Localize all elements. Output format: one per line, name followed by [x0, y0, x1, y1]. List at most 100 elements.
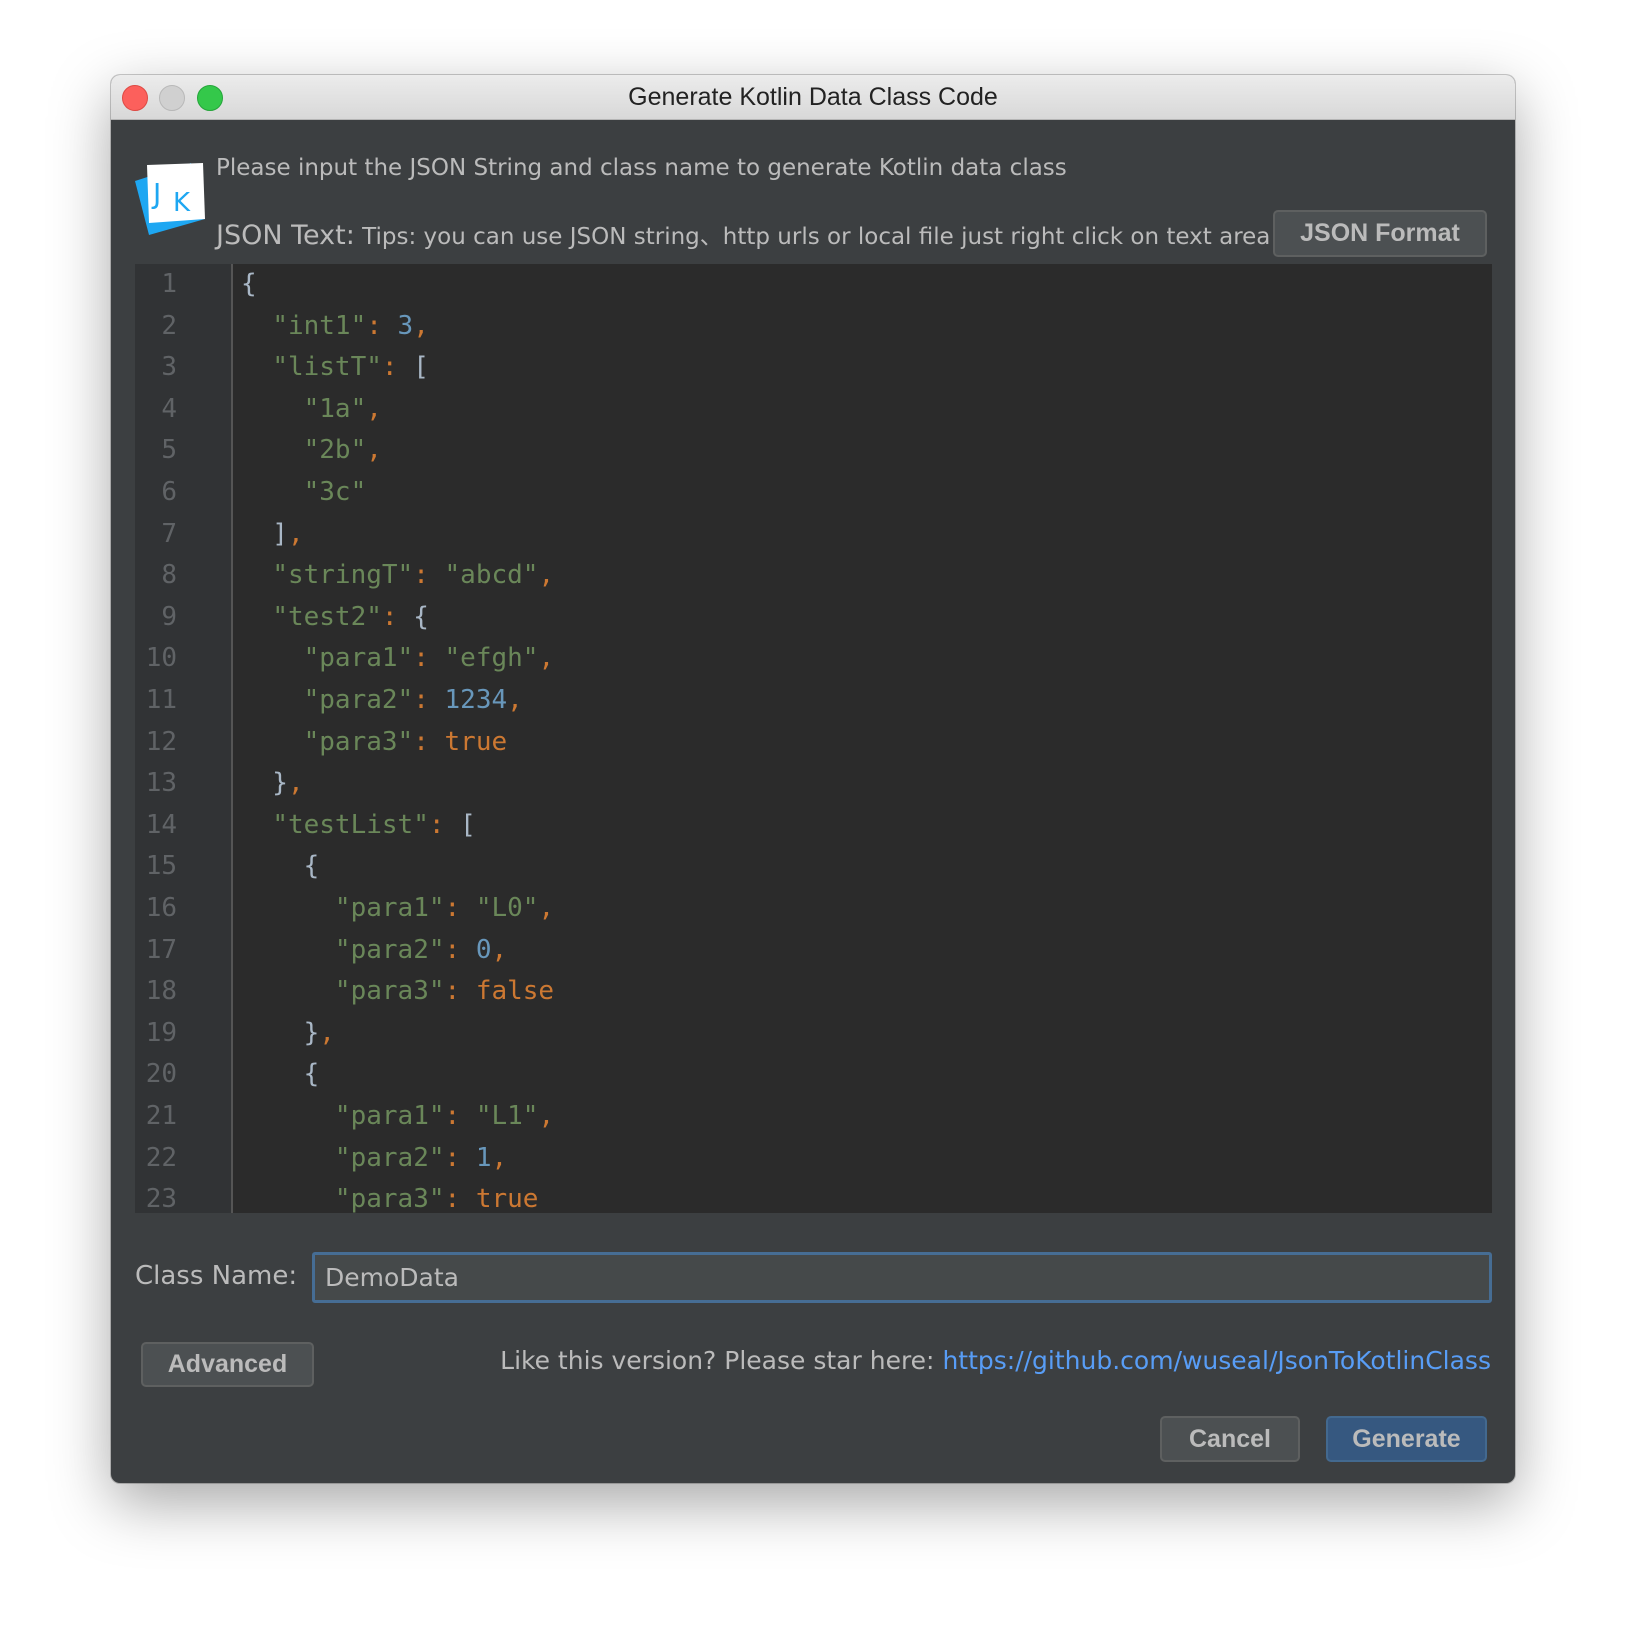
- code-token: 3: [397, 310, 414, 341]
- code-token: ,: [538, 1101, 555, 1131]
- json-text-editor[interactable]: 1{2 "int1": 3, 3 "listT": [4 "1a", 5 "2b",…: [135, 264, 1492, 1213]
- code-text: ],: [241, 514, 303, 556]
- code-token: ,: [287, 768, 304, 799]
- line-number: 11: [145, 685, 177, 715]
- code-token: ,: [366, 435, 382, 466]
- code-token: :: [381, 352, 414, 383]
- code-token: "para1": [334, 893, 445, 923]
- code-token: :: [366, 310, 398, 341]
- line-number: 10: [145, 643, 177, 674]
- code-token: :: [444, 893, 476, 923]
- code-token: "para2": [303, 685, 414, 715]
- code-token: 1: [475, 1142, 492, 1173]
- code-token: "L1": [475, 1101, 539, 1131]
- code-text: "para3": true: [241, 1179, 539, 1213]
- line-number: 19: [145, 1017, 177, 1048]
- code-text: {: [241, 846, 320, 888]
- code-token: "test2": [272, 601, 382, 632]
- github-link[interactable]: https://github.com/wuseal/JsonToKotlinCl…: [942, 1346, 1491, 1375]
- code-token: "1a": [303, 393, 367, 424]
- code-text: },: [241, 763, 304, 805]
- code-token: :: [413, 685, 445, 715]
- generate-button[interactable]: Generate: [1326, 1416, 1487, 1462]
- code-token: ,: [319, 1017, 335, 1048]
- code-token: "para2": [334, 934, 445, 965]
- code-text: "1a",: [241, 389, 382, 431]
- line-number: 14: [145, 809, 177, 840]
- star-line: Like this version? Please star here: htt…: [500, 1346, 1491, 1375]
- code-token: 1234: [444, 685, 508, 715]
- description-text: Please input the JSON String and class n…: [216, 155, 1067, 181]
- code-token: [: [413, 352, 429, 383]
- line-number: 15: [145, 851, 177, 882]
- class-name-label: Class Name:: [135, 1261, 298, 1291]
- code-token: ,: [491, 1142, 508, 1173]
- code-token: "para2": [334, 1142, 445, 1173]
- title-bar: Generate Kotlin Data Class Code: [111, 75, 1515, 120]
- code-token: :: [413, 560, 445, 591]
- code-token: :: [428, 809, 461, 840]
- code-text: "para2": 0,: [241, 930, 507, 972]
- code-token: true: [475, 1184, 539, 1213]
- code-token: :: [444, 934, 476, 965]
- code-token: "int1": [272, 310, 367, 341]
- code-token: ]: [241, 518, 288, 549]
- code-text: "listT": [: [241, 347, 429, 389]
- json-text-label: JSON Text:: [216, 220, 355, 251]
- code-token: :: [413, 643, 445, 674]
- code-token: 0: [475, 934, 492, 965]
- code-token: ,: [538, 893, 555, 923]
- code-token: {: [413, 601, 429, 632]
- code-text: "para2": 1,: [241, 1138, 507, 1180]
- line-number: 16: [145, 893, 177, 923]
- line-number: 1: [161, 269, 177, 299]
- code-text: "test2": {: [241, 597, 429, 639]
- code-token: "para1": [334, 1101, 445, 1131]
- json-text-heading: JSON Text: Tips: you can use JSON string…: [216, 217, 1270, 251]
- code-token: :: [444, 976, 476, 1007]
- code-text: "3c": [241, 472, 367, 514]
- line-number: 4: [161, 393, 177, 424]
- cancel-button[interactable]: Cancel: [1160, 1416, 1300, 1462]
- code-token: "stringT": [272, 560, 414, 591]
- code-token: :: [444, 1142, 476, 1173]
- dialog-window: Generate Kotlin Data Class Code J K Plea…: [111, 75, 1515, 1483]
- code-text: "para2": 1234,: [241, 680, 523, 722]
- line-number: 12: [145, 726, 177, 757]
- code-text: "testList": [: [241, 805, 476, 847]
- code-token: ,: [366, 393, 382, 424]
- line-number: 21: [145, 1101, 177, 1131]
- code-token: "L0": [475, 893, 539, 923]
- code-text: "int1": 3,: [241, 306, 429, 348]
- line-number: 8: [161, 560, 177, 591]
- advanced-button[interactable]: Advanced: [141, 1342, 314, 1387]
- code-token: :: [413, 726, 445, 757]
- code-token: "para1": [303, 643, 414, 674]
- code-token: "listT": [272, 352, 382, 383]
- plugin-logo-icon: J K: [135, 163, 205, 235]
- code-token: :: [444, 1184, 476, 1213]
- code-text: "para3": true: [241, 722, 508, 764]
- line-number: 7: [161, 518, 177, 549]
- code-text: "stringT": "abcd",: [241, 555, 554, 597]
- line-number: 9: [161, 601, 177, 632]
- code-token: "para3": [303, 726, 414, 757]
- code-text: "para3": false: [241, 971, 554, 1013]
- line-number: 5: [161, 435, 177, 466]
- code-token: }: [241, 768, 288, 799]
- code-token: false: [475, 976, 555, 1007]
- json-format-button[interactable]: JSON Format: [1273, 210, 1487, 257]
- code-token: true: [444, 726, 508, 757]
- class-name-input[interactable]: DemoData: [312, 1252, 1492, 1303]
